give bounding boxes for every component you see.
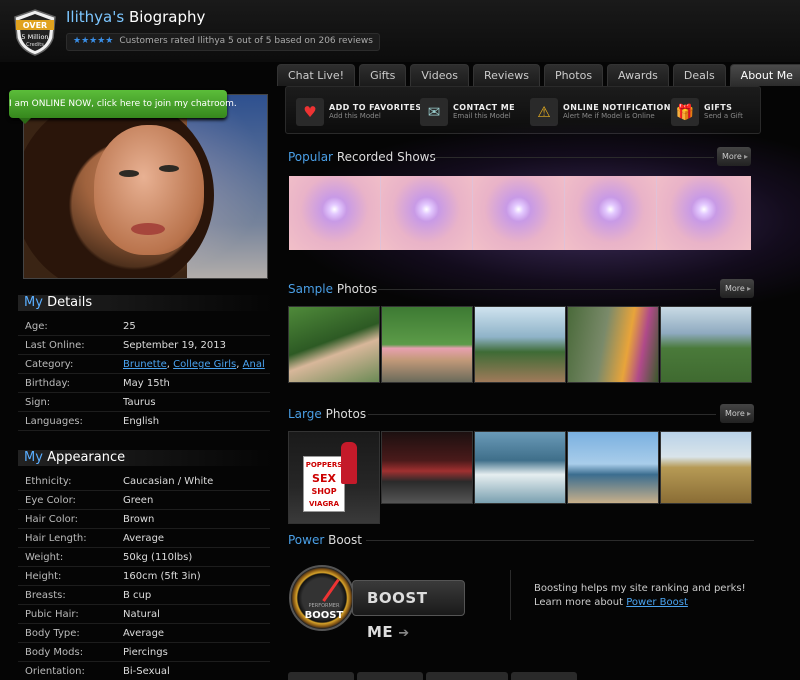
sample-photo-thumb[interactable] xyxy=(288,306,380,383)
tab-videos[interactable]: Videos xyxy=(410,64,469,86)
category-link-college-girls[interactable]: College Girls xyxy=(173,359,236,370)
online-notification-button[interactable]: ⚠ ONLINE NOTIFICATION Alert Me if Model i… xyxy=(530,95,671,128)
tab-reviews[interactable]: Reviews xyxy=(472,64,540,86)
recorded-show-thumb[interactable] xyxy=(473,176,565,250)
shows-heading: Popular Recorded Shows xyxy=(288,150,436,164)
table-row: Breasts: B cup xyxy=(18,586,270,605)
sample-photos-row xyxy=(288,306,752,383)
appearance-table: Ethnicity: Caucasian / White Eye Color: Gr… xyxy=(18,472,270,680)
tab-chat-live[interactable]: Chat Live! xyxy=(277,64,356,86)
poster-sign: POPPERS SEX SHOP VIAGRA xyxy=(303,456,345,512)
table-row: Ethnicity: Caucasian / White xyxy=(18,472,270,491)
recorded-shows-strip xyxy=(289,176,751,250)
recorded-show-thumb[interactable] xyxy=(289,176,381,250)
sample-photo-thumb[interactable] xyxy=(567,306,659,383)
table-row: Category: Brunette, College Girls, Anal xyxy=(18,355,270,374)
table-row: Last Online: September 19, 2013 xyxy=(18,336,270,355)
bottom-tabs xyxy=(288,672,577,680)
bottom-tab[interactable] xyxy=(288,672,354,680)
profile-header: OVER 5 Million Credits Ilithya's Biograp… xyxy=(0,0,800,62)
boost-description: Boosting helps my site ranking and perks… xyxy=(534,583,746,608)
table-row: Hair Length: Average xyxy=(18,529,270,548)
gift-icon: 🎁 xyxy=(671,97,699,126)
rating-text: Customers rated Ilithya 5 out of 5 based… xyxy=(119,36,373,46)
table-row: Hair Color: Brown xyxy=(18,510,270,529)
tab-deals[interactable]: Deals xyxy=(672,64,726,86)
sample-photo-thumb[interactable] xyxy=(474,306,566,383)
sample-photos-heading: Sample Photos xyxy=(288,282,378,296)
online-chat-banner[interactable]: I am ONLINE NOW, click here to join my c… xyxy=(9,90,237,124)
appearance-heading: My Appearance xyxy=(24,450,126,465)
table-row: Eye Color: Green xyxy=(18,491,270,510)
table-row: Age: 25 xyxy=(18,317,270,336)
bottom-tab[interactable] xyxy=(511,672,577,680)
table-row: Weight: 50kg (110lbs) xyxy=(18,548,270,567)
sample-photo-thumb[interactable] xyxy=(381,306,473,383)
sample-photos-more-button[interactable]: More xyxy=(720,279,754,298)
recorded-show-thumb[interactable] xyxy=(381,176,473,250)
large-photo-thumb[interactable] xyxy=(660,431,752,504)
table-row: Body Mods: Piercings xyxy=(18,643,270,662)
table-row: Height: 160cm (5ft 3in) xyxy=(18,567,270,586)
category-link-brunette[interactable]: Brunette xyxy=(123,359,167,370)
profile-tabs: Chat Live! Gifts Videos Reviews Photos A… xyxy=(277,64,800,86)
tab-about-me[interactable]: About Me xyxy=(729,64,800,86)
gifts-button[interactable]: 🎁 GIFTS Send a Gift xyxy=(671,95,743,128)
tab-gifts[interactable]: Gifts xyxy=(359,64,407,86)
page-title-rest: Biography xyxy=(128,8,206,26)
table-row: Orientation: Bi-Sexual xyxy=(18,662,270,680)
boost-me-button[interactable]: BOOST ME ➔ xyxy=(352,580,465,641)
action-panel: ♥ ADD TO FAVORITES Add this Model ✉ CONTA… xyxy=(285,86,761,134)
profile-photo[interactable] xyxy=(23,94,268,279)
category-link-anal[interactable]: Anal xyxy=(243,359,265,370)
svg-text:Credits: Credits xyxy=(26,42,44,48)
credits-badge: OVER 5 Million Credits xyxy=(14,9,56,56)
rating-bar: ★★★★★ Customers rated Ilithya 5 out of 5 … xyxy=(66,33,380,51)
details-table: Age: 25 Last Online: September 19, 2013 Ca… xyxy=(18,317,270,431)
arrow-right-icon: ➔ xyxy=(398,626,410,641)
svg-text:OVER: OVER xyxy=(23,21,47,30)
table-row: Body Type: Average xyxy=(18,624,270,643)
contact-me-button[interactable]: ✉ CONTACT ME Email this Model xyxy=(420,95,515,128)
add-to-favorites-button[interactable]: ♥ ADD TO FAVORITES Add this Model xyxy=(296,95,422,128)
table-row: Pubic Hair: Natural xyxy=(18,605,270,624)
large-photo-thumb[interactable] xyxy=(567,431,659,504)
page-title: Ilithya's Biography xyxy=(66,8,205,26)
mail-icon: ✉ xyxy=(420,97,448,126)
large-photos-more-button[interactable]: More xyxy=(720,404,754,423)
heart-icon: ♥ xyxy=(296,97,324,126)
sample-photo-thumb[interactable] xyxy=(660,306,752,383)
boost-gauge-icon: PERFORMER BOOST xyxy=(289,565,355,631)
table-row: Sign: Taurus xyxy=(18,393,270,412)
power-boost-link[interactable]: Power Boost xyxy=(626,597,688,608)
alert-icon: ⚠ xyxy=(530,97,558,126)
details-heading: My Details xyxy=(24,295,93,310)
bottom-tab[interactable] xyxy=(357,672,423,680)
bottom-tab[interactable] xyxy=(426,672,508,680)
table-row: Languages: English xyxy=(18,412,270,431)
large-photo-thumb[interactable] xyxy=(381,431,473,504)
large-photo-thumb[interactable] xyxy=(474,431,566,504)
large-photo-thumb[interactable]: POPPERS SEX SHOP VIAGRA xyxy=(288,431,380,524)
recorded-show-thumb[interactable] xyxy=(657,176,751,250)
power-boost-heading: Power Boost xyxy=(288,533,362,547)
tab-photos[interactable]: Photos xyxy=(543,64,604,86)
model-name: Ilithya's xyxy=(66,8,125,26)
svg-text:5 Million: 5 Million xyxy=(21,33,48,41)
rating-stars: ★★★★★ xyxy=(73,36,114,46)
recorded-show-thumb[interactable] xyxy=(565,176,657,250)
table-row: Birthday: May 15th xyxy=(18,374,270,393)
large-photos-row: POPPERS SEX SHOP VIAGRA xyxy=(288,431,752,524)
tab-awards[interactable]: Awards xyxy=(607,64,669,86)
large-photos-heading: Large Photos xyxy=(288,407,367,421)
shows-more-button[interactable]: More xyxy=(717,147,751,166)
